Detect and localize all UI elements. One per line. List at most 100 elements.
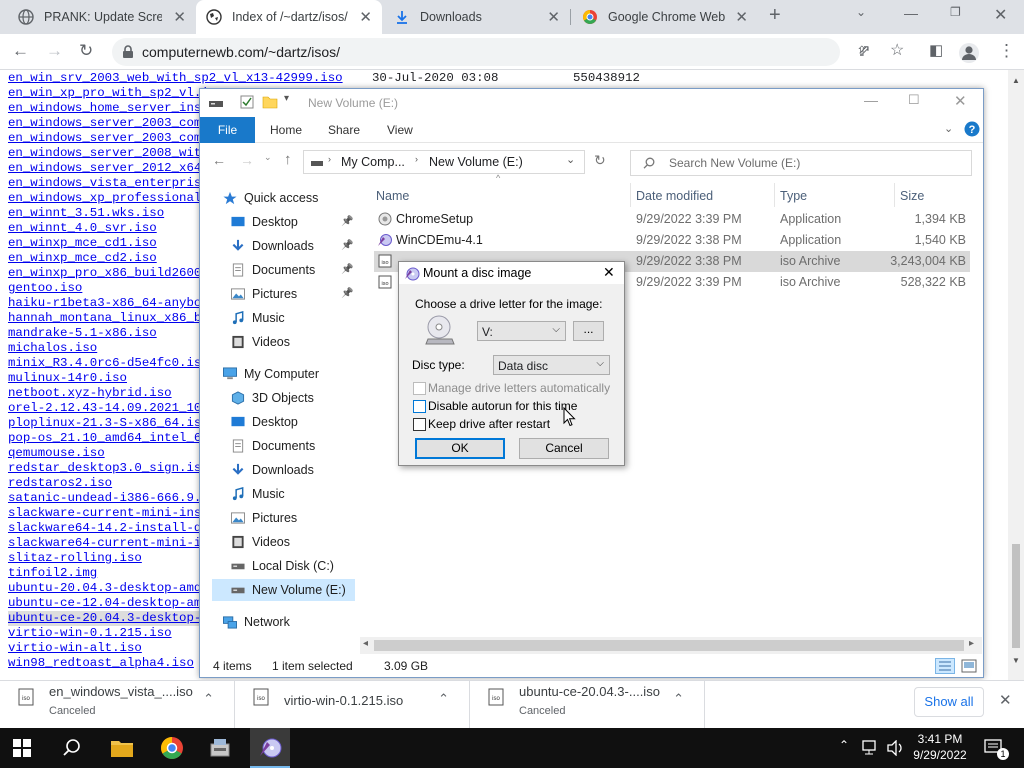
listing-link[interactable]: mandrake-5.1-x86.iso [8,326,157,341]
wincdemu-taskbar-button[interactable] [250,728,290,768]
nav-item-pictures[interactable]: Pictures [230,283,297,305]
file-row[interactable]: WinCDEmu-4.1 9/29/2022 3:38 PM Application… [374,230,970,251]
listing-link[interactable]: en_windows_server_2003_comp [8,116,209,131]
file-explorer-icon[interactable] [110,736,134,760]
disc-type-select[interactable]: Data disc ⌵ [493,355,610,375]
listing-link[interactable]: en_winxp_mce_cd2.iso [8,251,157,266]
minimize-icon[interactable]: — [904,5,918,21]
side-panel-icon[interactable]: ◧ [929,42,943,60]
close-icon[interactable]: ✕ [735,8,748,26]
menu-kebab-icon[interactable]: ⋮ [998,42,1015,60]
nav-item-new-volume-e[interactable]: New Volume (E:) [212,579,355,601]
listing-link[interactable]: en_windows_vista_enterprise [8,176,209,191]
chevron-up-icon[interactable]: ⌃ [438,691,449,707]
chevron-up-icon[interactable]: ⌃ [203,691,214,707]
listing-link[interactable]: orel-2.12.43-14.09.2021_10. [8,401,209,416]
show-all-button[interactable]: Show all [914,687,984,717]
back-icon[interactable]: ← [212,152,226,168]
installer-icon[interactable] [208,736,232,760]
nav-item-desktop[interactable]: Desktop [230,211,298,233]
profile-avatar-icon[interactable] [958,42,980,64]
listing-link[interactable]: en_winnt_4.0_svr.iso [8,221,157,236]
nav-item-local-disk-c[interactable]: Local Disk (C:) [230,555,334,577]
tab-chrome-web-store[interactable]: Google Chrome Web S ✕ [572,0,758,34]
close-window-icon[interactable]: ✕ [994,5,1007,25]
ok-button[interactable]: OK [415,438,505,459]
listing-link[interactable]: ubuntu-20.04.3-desktop-amd6 [8,581,209,596]
column-name[interactable]: Name [376,189,409,203]
help-icon[interactable]: ? [964,121,980,137]
quick-access-dropdown-icon[interactable]: ▾ [284,93,289,104]
large-icons-view-icon[interactable] [961,658,977,674]
ribbon-tab-file[interactable]: File [200,117,255,143]
pin-icon[interactable]: 📌 [341,264,353,275]
listing-link[interactable]: hannah_montana_linux_x86_ba [8,311,209,326]
listing-link[interactable]: en_windows_server_2008_with [8,146,209,161]
pin-icon[interactable]: 📌 [341,288,353,299]
taskbar-clock[interactable]: 3:41 PM 9/29/2022 [908,731,972,763]
minimize-icon[interactable]: — [864,92,878,108]
listing-link[interactable]: virtio-win-0.1.215.iso [8,626,172,641]
listing-link[interactable]: virtio-win-alt.iso [8,641,142,656]
close-icon[interactable]: ✕ [547,8,560,26]
close-icon[interactable]: ✕ [603,264,615,281]
pin-icon[interactable]: 📌 [341,240,353,251]
listing-link[interactable]: redstaros2.iso [8,476,112,491]
nav-item-3d-objects[interactable]: 3D Objects [230,387,314,409]
expand-ribbon-icon[interactable]: ⌄ [944,122,953,135]
download-item[interactable]: iso ubuntu-ce-20.04.3-....iso Canceled ⌃ [470,681,705,729]
drive-letter-select[interactable]: V: ⌵ [477,321,566,341]
share-page-icon[interactable]: ⇗ [858,42,871,60]
column-type[interactable]: Type [780,189,807,203]
listing-link[interactable]: pop-os_21.10_amd64_intel_6. [8,431,209,446]
close-icon[interactable]: ✕ [359,8,372,26]
listing-link[interactable]: michalos.iso [8,341,97,356]
download-item[interactable]: iso virtio-win-0.1.215.iso ⌃ [235,681,470,729]
breadcrumb[interactable]: › My Comp... › New Volume (E:) ⌄ [303,150,585,174]
listing-link[interactable]: netboot.xyz-hybrid.iso [8,386,172,401]
listing-link[interactable]: minix_R3.4.0rc6-d5e4fc0.iso [8,356,209,371]
pin-icon[interactable]: 📌 [341,216,353,227]
network-icon[interactable] [862,740,880,756]
nav-item-pictures[interactable]: Pictures [230,507,297,529]
scrollbar-thumb[interactable] [374,640,964,651]
listing-link[interactable]: en_win_srv_2003_web_with_sp2_vl_x13-4299… [8,71,343,86]
listing-link[interactable]: ubuntu-ce-20.04.3-desktop-a [8,611,209,626]
tab-search-icon[interactable]: ⌄ [856,5,866,19]
browse-button[interactable]: ... [573,321,604,341]
tab-index-of-isos[interactable]: Index of /~dartz/isos/ ✕ [196,0,382,34]
tab-prank[interactable]: PRANK: Update Screen ✕ [8,0,196,34]
manage-drive-letters-checkbox[interactable] [413,382,426,395]
listing-link[interactable]: en_windows_server_2003_comp [8,131,209,146]
scrollbar-thumb[interactable] [1012,544,1020,648]
address-dropdown-icon[interactable]: ⌄ [566,153,575,166]
maximize-icon[interactable]: ☐ [908,92,920,108]
nav-item-music[interactable]: Music [230,307,285,329]
search-icon[interactable] [62,738,82,758]
listing-link[interactable]: en_winxp_pro_x86_build2600. [8,266,209,281]
listing-link[interactable]: ploplinux-21.3-S-x86_64.iso [8,416,209,431]
keep-drive-checkbox[interactable] [413,418,426,431]
nav-item-downloads[interactable]: Downloads [230,235,314,257]
listing-link[interactable]: tinfoil2.img [8,566,97,581]
refresh-icon[interactable]: ↻ [594,152,606,169]
listing-link[interactable]: slitaz-rolling.iso [8,551,142,566]
file-row[interactable]: ChromeSetup 9/29/2022 3:39 PM Application 1… [374,209,970,230]
up-icon[interactable]: ↑ [284,151,292,168]
horizontal-scrollbar[interactable]: ◂ ▸ [360,637,982,654]
close-icon[interactable]: ✕ [999,691,1012,709]
column-size[interactable]: Size [900,189,924,203]
address-bar[interactable]: computernewb.com/~dartz/isos/ ⇪ [112,38,868,66]
ribbon-tab-home[interactable]: Home [270,123,302,137]
new-folder-icon[interactable] [262,95,278,109]
nav-item-videos[interactable]: Videos [230,331,290,353]
nav-item-desktop[interactable]: Desktop [230,411,298,433]
tab-downloads[interactable]: Downloads ✕ [384,0,570,34]
back-icon[interactable]: ← [12,42,29,60]
nav-item-network[interactable]: Network [222,611,290,633]
listing-link[interactable]: gentoo.iso [8,281,82,296]
listing-link[interactable]: en_winnt_3.51.wks.iso [8,206,164,221]
volume-icon[interactable] [886,740,904,756]
column-date-modified[interactable]: Date modified [636,189,713,203]
nav-item-my-computer[interactable]: My Computer [222,363,319,385]
